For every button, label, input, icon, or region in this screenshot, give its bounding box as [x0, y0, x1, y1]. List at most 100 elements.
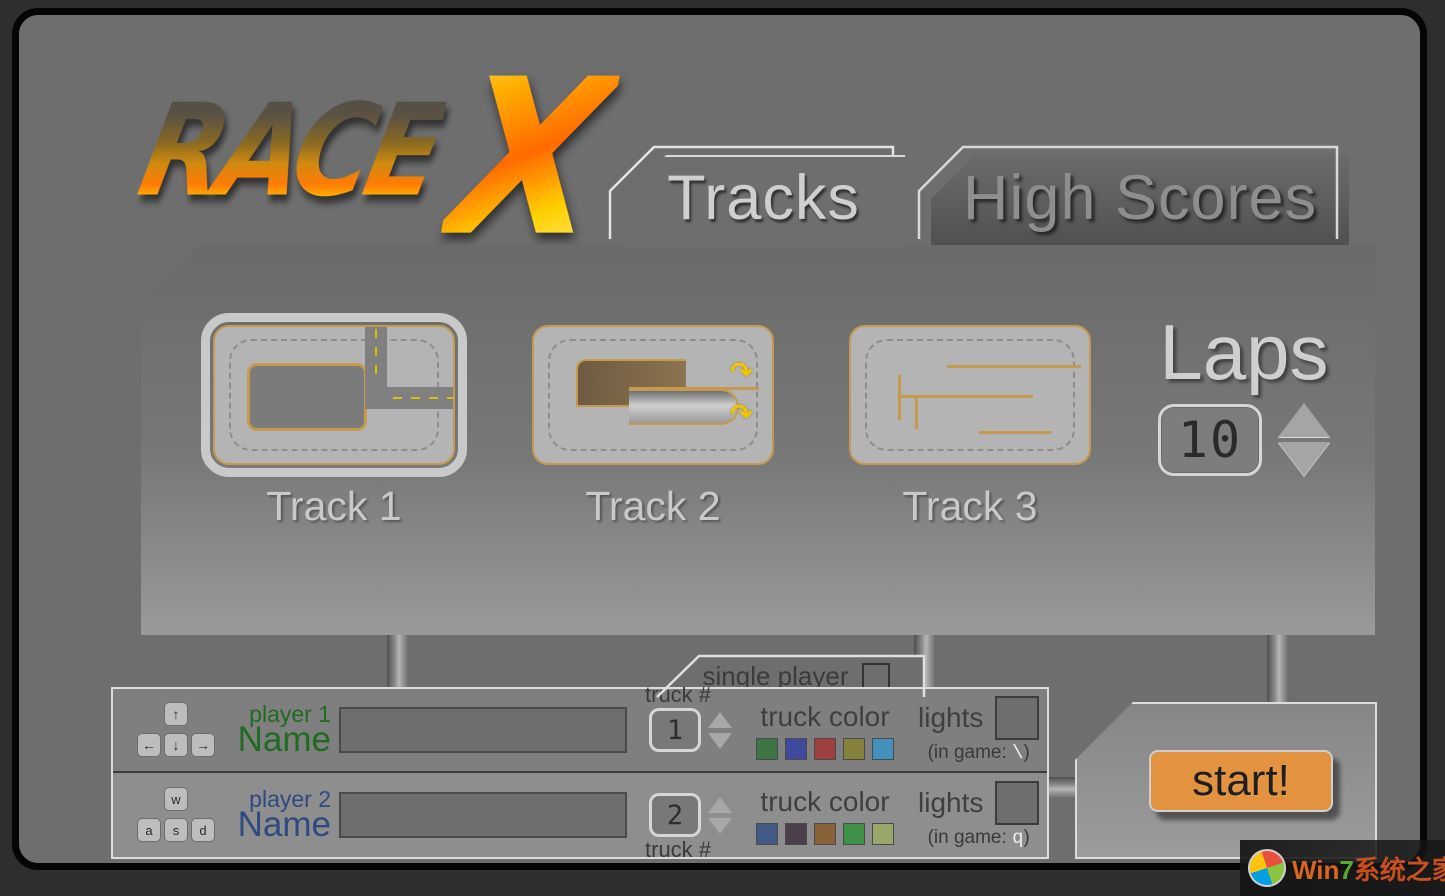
watermark-brand-win: Win [1292, 854, 1340, 885]
track3-wall-4 [915, 395, 918, 429]
player-2-truck-color-label: truck color [760, 785, 890, 817]
key-w[interactable]: w [164, 787, 188, 811]
windows-logo-icon [1243, 844, 1291, 892]
player-1-lights-hint: (in game: \) [918, 742, 1039, 764]
tab-high-scores-label: High Scores [962, 163, 1318, 233]
player-2-lights-label: lights [918, 787, 984, 818]
player-2-truck-spinner [708, 796, 732, 834]
game-window: RACE X High Scores Tracks Track 1 ↷ ↷ Tr… [12, 8, 1427, 870]
color-swatch-5[interactable] [872, 737, 894, 760]
player-1-truck-number: truck # 1 [645, 687, 732, 752]
track3-wall-5 [979, 431, 1052, 434]
laps-control: Laps 10 [1139, 308, 1349, 477]
player-2-truck-increment-icon[interactable] [708, 796, 732, 813]
track-option-2[interactable]: ↷ ↷ Track 2 [532, 325, 774, 530]
player-1-truck-spinner [708, 711, 732, 749]
tab-tracks-label: Tracks [667, 163, 860, 233]
color-swatch-2[interactable] [785, 822, 807, 845]
track-option-3[interactable]: Track 3 [849, 325, 1091, 530]
track3-wall-1 [947, 365, 1081, 368]
player-2-lights-hint-open: (in game: [927, 827, 1007, 848]
track-label-1: Track 1 [266, 483, 402, 529]
player-2-controls: w a s d [135, 787, 217, 843]
color-swatch-4[interactable] [843, 822, 865, 845]
color-swatch-5[interactable] [872, 822, 894, 845]
player-2-truck-color: truck color [756, 786, 894, 845]
player-2-truck-number: truck # 2 [645, 793, 732, 859]
player-2-lights-hint-close: ) [1023, 827, 1030, 848]
track-thumbnail-2[interactable]: ↷ ↷ [532, 325, 774, 465]
laps-decrement-icon[interactable] [1278, 442, 1330, 477]
player-2-lights: lights (in game: q) [918, 781, 1040, 849]
track2-arrow-icon-top: ↷ [730, 357, 753, 387]
track1-infield [247, 363, 367, 431]
player-1-lights-key: \ [1012, 742, 1024, 764]
start-button[interactable]: start! [1149, 750, 1333, 812]
watermark-brand-seven: 7 [1339, 854, 1354, 885]
color-swatch-2[interactable] [785, 737, 807, 760]
racex-logo: RACE X [124, 34, 634, 285]
key-arrow-left[interactable]: ← [137, 733, 161, 757]
track-option-1[interactable]: Track 1 [201, 313, 467, 530]
color-swatch-3[interactable] [814, 737, 836, 760]
player-2-truck-number-value[interactable]: 2 [649, 793, 701, 837]
color-swatch-1[interactable] [756, 822, 778, 845]
player-2-truck-number-label: truck # [645, 837, 712, 862]
player-2-name-caption: Name [237, 805, 331, 844]
tracks-panel: Track 1 ↷ ↷ Track 2 Track 3 Laps 10 [141, 245, 1375, 635]
laps-title: Laps [1159, 308, 1329, 396]
player-2-color-swatches [756, 822, 894, 845]
track1-lane-dash-horizontal [393, 397, 453, 399]
player-1-lights-label: lights [918, 702, 984, 733]
player-1-truck-color: truck color [756, 701, 894, 760]
single-player-checkbox[interactable] [862, 662, 891, 691]
player-1-lights-hint-open: (in game: [927, 742, 1007, 763]
players-panel: ↑ ← ↓ → player 1 Name truck # 1 truck co… [111, 687, 1049, 859]
player-1-lights-hint-close: ) [1023, 742, 1030, 763]
track-thumbnail-1[interactable] [201, 313, 467, 477]
laps-increment-icon[interactable] [1278, 403, 1330, 438]
player-2-lights-key: q [1012, 827, 1024, 849]
player-1-controls: ↑ ← ↓ → [135, 702, 217, 758]
watermark: Win7系统之家 [1240, 840, 1445, 896]
start-panel: start! [1075, 702, 1377, 859]
track2-tunnel [629, 389, 739, 425]
app-root: RACE X High Scores Tracks Track 1 ↷ ↷ Tr… [0, 0, 1445, 896]
player-1-name-label: player 1 Name [223, 703, 331, 759]
player-1-name-caption: Name [237, 720, 331, 759]
watermark-text: Win7系统之家 [1292, 850, 1445, 887]
player-1-truck-decrement-icon[interactable] [708, 732, 732, 749]
player-2-row: w a s d player 2 Name truck # 2 truck co… [113, 773, 1047, 859]
tab-tracks[interactable]: Tracks [622, 155, 905, 247]
player-2-lights-hint: (in game: q) [918, 827, 1039, 849]
player-1-lights-checkbox[interactable] [995, 696, 1040, 740]
color-swatch-1[interactable] [756, 737, 778, 760]
key-arrow-up[interactable]: ↑ [164, 702, 188, 726]
tab-high-scores[interactable]: High Scores [931, 155, 1349, 247]
key-d[interactable]: d [191, 818, 215, 842]
track3-wall-3 [898, 395, 1033, 398]
player-2-truck-decrement-icon[interactable] [708, 817, 732, 834]
key-a[interactable]: a [137, 818, 161, 842]
player-2-name-label: player 2 Name [223, 788, 331, 844]
color-swatch-3[interactable] [814, 822, 836, 845]
track1-lane-dash-vertical [375, 329, 377, 375]
player-1-truck-color-label: truck color [760, 700, 890, 732]
player-1-truck-increment-icon[interactable] [708, 711, 732, 728]
track-label-2: Track 2 [585, 483, 721, 529]
key-s[interactable]: s [164, 818, 188, 842]
track2-arrow-icon-bottom: ↷ [730, 399, 753, 429]
key-arrow-right[interactable]: → [191, 733, 215, 757]
player-1-color-swatches [756, 737, 894, 760]
player-2-name-input[interactable] [339, 792, 627, 838]
player-1-row: ↑ ← ↓ → player 1 Name truck # 1 truck co… [113, 687, 1047, 773]
key-arrow-down[interactable]: ↓ [164, 733, 188, 757]
player-1-lights: lights (in game: \) [918, 696, 1040, 764]
player-1-name-input[interactable] [339, 707, 627, 753]
laps-value[interactable]: 10 [1158, 403, 1262, 476]
track-thumbnail-3[interactable] [849, 325, 1091, 465]
watermark-brand-cn: 系统之家 [1353, 854, 1445, 885]
player-2-lights-checkbox[interactable] [995, 781, 1040, 825]
player-1-truck-number-value[interactable]: 1 [649, 708, 701, 752]
color-swatch-4[interactable] [843, 737, 865, 760]
